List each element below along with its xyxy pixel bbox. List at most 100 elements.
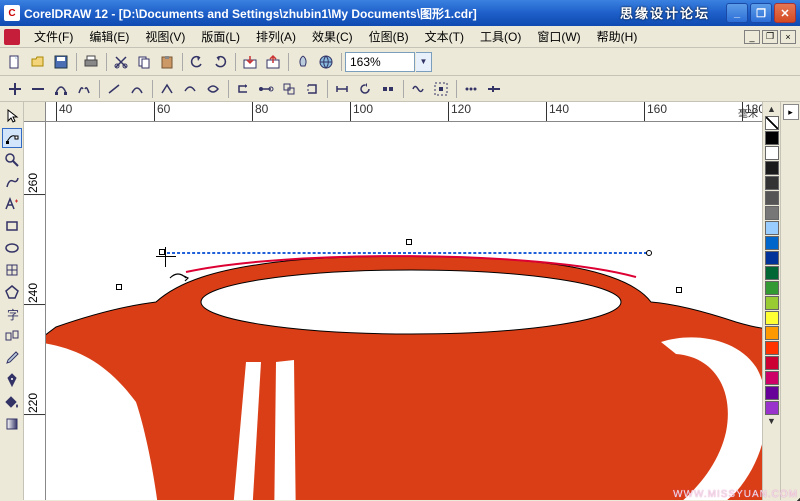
align-nodes-button[interactable] [377,78,399,100]
mdi-minimize[interactable]: _ [744,30,760,44]
break-node-button[interactable] [73,78,95,100]
import-button[interactable] [239,51,261,73]
add-node-button[interactable] [4,78,26,100]
menu-effects[interactable]: 效果(C) [304,26,361,47]
stretch-nodes-button[interactable] [331,78,353,100]
smooth-node-button[interactable] [179,78,201,100]
curve-smoothness-button[interactable] [483,78,505,100]
control-handle[interactable] [646,250,652,256]
close-button[interactable]: ✕ [774,3,796,23]
copy-button[interactable] [133,51,155,73]
palette-scroll-down[interactable]: ▼ [767,416,776,428]
mdi-close[interactable]: × [780,30,796,44]
color-swatch[interactable] [765,206,779,220]
elastic-mode-button[interactable] [407,78,429,100]
bezier-node[interactable] [406,239,412,245]
new-button[interactable] [4,51,26,73]
graph-paper-tool[interactable] [2,260,22,280]
smart-draw-tool[interactable] [2,194,22,214]
color-swatch[interactable] [765,296,779,310]
freehand-tool[interactable] [2,172,22,192]
color-swatch[interactable] [765,236,779,250]
reverse-curve-button[interactable] [232,78,254,100]
color-swatch[interactable] [765,161,779,175]
join-nodes-button[interactable] [50,78,72,100]
menu-view[interactable]: 视图(V) [137,26,193,47]
ruler-vertical[interactable]: 260 240 220 [24,122,46,500]
paste-button[interactable] [156,51,178,73]
outline-tool[interactable] [2,370,22,390]
interactive-blend-tool[interactable] [2,326,22,346]
symmetric-node-button[interactable] [202,78,224,100]
docker-toggle[interactable]: ▸ [783,104,799,120]
color-swatch[interactable] [765,131,779,145]
color-swatch[interactable] [765,281,779,295]
menu-edit[interactable]: 编辑(E) [81,26,137,47]
drawing-canvas[interactable] [46,122,762,500]
polygon-tool[interactable] [2,282,22,302]
color-swatch[interactable] [765,251,779,265]
menu-file[interactable]: 文件(F) [26,26,81,47]
to-curve-button[interactable] [126,78,148,100]
color-swatch[interactable] [765,356,779,370]
redo-button[interactable] [209,51,231,73]
ellipse-tool[interactable] [2,238,22,258]
color-swatch[interactable] [765,176,779,190]
color-swatch[interactable] [765,326,779,340]
menu-layout[interactable]: 版面(L) [193,26,248,47]
menu-text[interactable]: 文本(T) [417,26,472,47]
color-swatch[interactable] [765,386,779,400]
printer-icon [83,54,99,70]
zoom-tool[interactable] [2,150,22,170]
eyedropper-tool[interactable] [2,348,22,368]
pick-tool[interactable] [2,106,22,126]
shape-tool[interactable] [2,128,22,148]
rotate-nodes-button[interactable] [354,78,376,100]
teapot-shape[interactable] [46,232,762,500]
mdi-restore[interactable]: ❐ [762,30,778,44]
auto-close-button[interactable] [301,78,323,100]
print-button[interactable] [80,51,102,73]
color-swatch[interactable] [765,191,779,205]
zoom-dropdown[interactable]: ▼ [416,52,432,72]
extract-subpath-button[interactable] [278,78,300,100]
save-button[interactable] [50,51,72,73]
zoom-input[interactable]: 163% [345,52,415,72]
rectangle-tool[interactable] [2,216,22,236]
delete-node-button[interactable] [27,78,49,100]
bezier-node[interactable] [116,284,122,290]
to-line-button[interactable] [103,78,125,100]
menu-bitmap[interactable]: 位图(B) [361,26,417,47]
color-swatch[interactable] [765,341,779,355]
color-swatch[interactable] [765,311,779,325]
maximize-button[interactable]: ❐ [750,3,772,23]
select-all-nodes-button[interactable] [430,78,452,100]
menu-arrange[interactable]: 排列(A) [248,26,304,47]
bezier-node[interactable] [676,287,682,293]
menu-help[interactable]: 帮助(H) [589,26,646,47]
fill-tool[interactable] [2,392,22,412]
color-swatch[interactable] [765,371,779,385]
color-swatch[interactable] [765,221,779,235]
cusp-node-button[interactable] [156,78,178,100]
interactive-fill-tool[interactable] [2,414,22,434]
text-tool[interactable]: 字 [2,304,22,324]
color-swatch[interactable] [765,146,779,160]
reduce-nodes-button[interactable] [460,78,482,100]
ruler-origin[interactable] [24,102,46,122]
ruler-horizontal[interactable]: 40 60 80 100 120 140 160 180 [46,102,762,122]
corel-online-button[interactable] [315,51,337,73]
menu-window[interactable]: 窗口(W) [529,26,588,47]
menu-tools[interactable]: 工具(O) [472,26,529,47]
extend-curve-button[interactable] [255,78,277,100]
app-launcher-button[interactable] [292,51,314,73]
palette-scroll-up[interactable]: ▲ [767,104,776,116]
color-swatch[interactable] [765,401,779,415]
undo-button[interactable] [186,51,208,73]
no-fill-swatch[interactable] [765,116,779,130]
open-button[interactable] [27,51,49,73]
color-swatch[interactable] [765,266,779,280]
cut-button[interactable] [110,51,132,73]
export-button[interactable] [262,51,284,73]
minimize-button[interactable]: _ [726,3,748,23]
